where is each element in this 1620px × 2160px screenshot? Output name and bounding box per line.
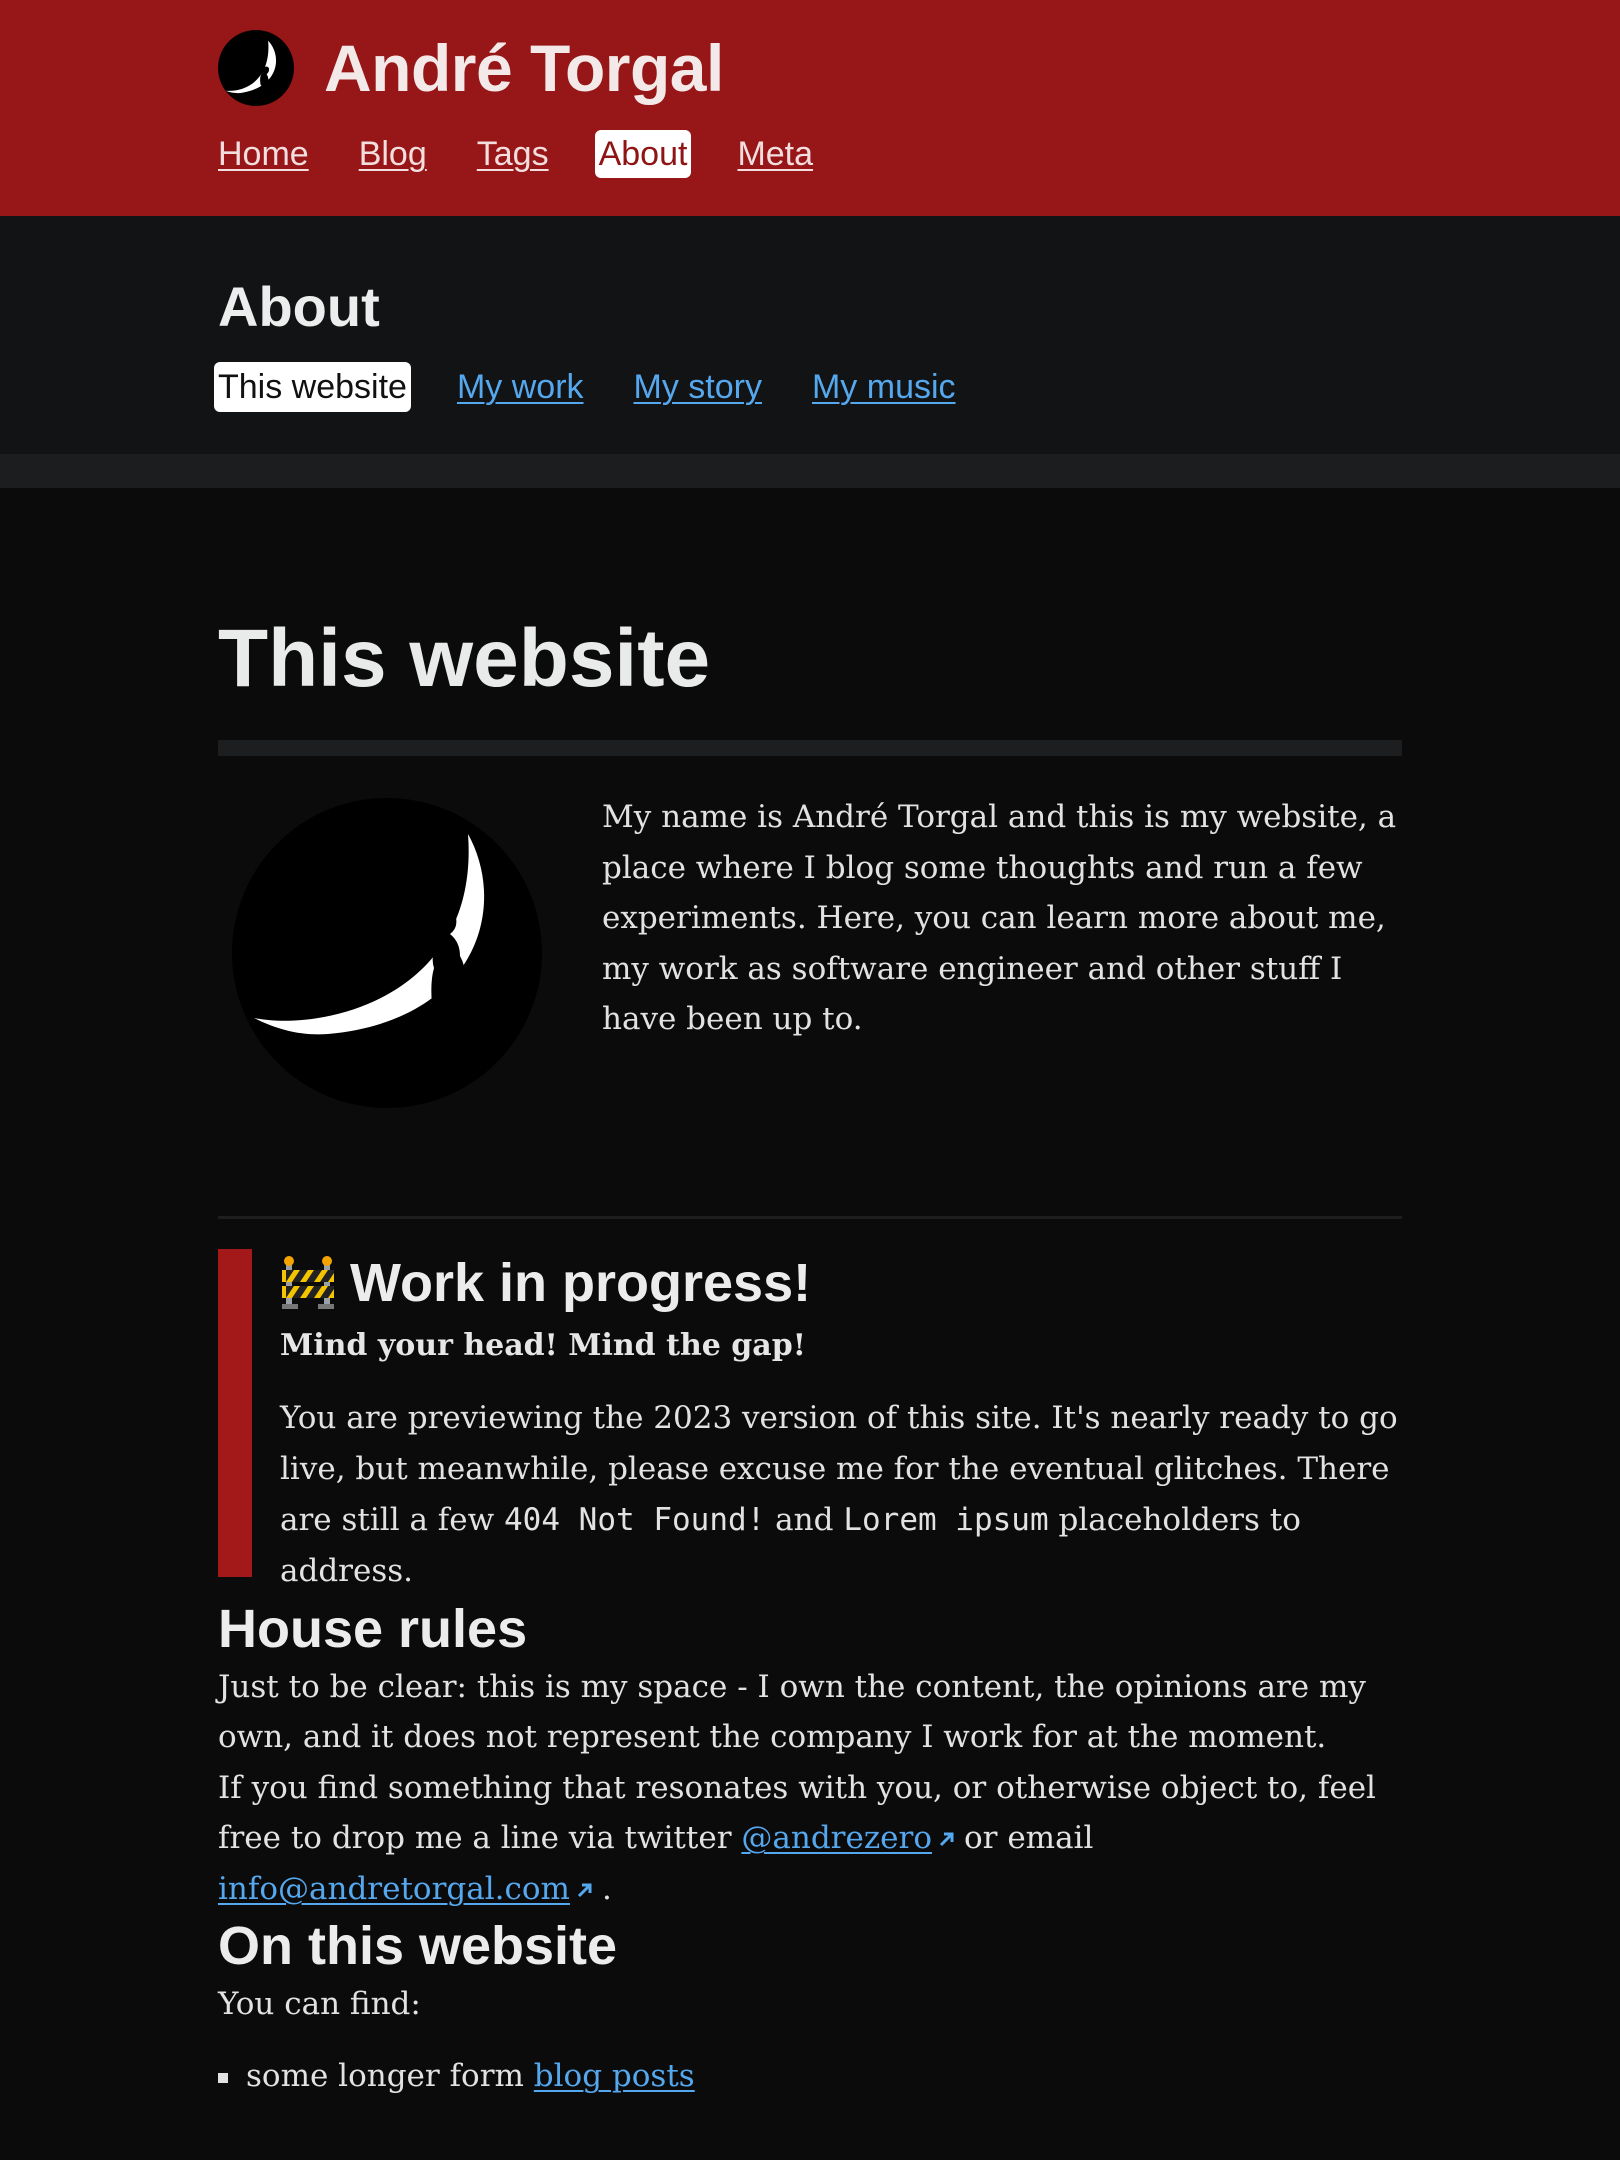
house-rules-p1: Just to be clear: this is my space - I o… (218, 1668, 1366, 1756)
code-not-found: 404 Not Found! (504, 1501, 766, 1538)
main-content: This website My name is André Torgal and… (0, 488, 1402, 2101)
title-divider (218, 740, 1402, 756)
section-title: About (218, 275, 380, 338)
sub-nav: This website My work My story My music (214, 361, 1620, 412)
intro-section: My name is André Torgal and this is my w… (218, 792, 1402, 1108)
page-title: This website (218, 613, 711, 704)
site-header: André Torgal Home Blog Tags About Meta (0, 0, 1620, 216)
external-link-icon (577, 1883, 592, 1897)
code-lorem-ipsum: Lorem ipsum (843, 1501, 1049, 1538)
section-divider (218, 1216, 1402, 1219)
divider-strip (0, 454, 1620, 488)
house-rules-p2: If you find something that resonates wit… (218, 1763, 1402, 1915)
nav-tags[interactable]: Tags (473, 130, 553, 178)
avatar-moon-image (232, 798, 542, 1108)
nav-home[interactable]: Home (214, 130, 313, 178)
wip-callout: Work in progress! Mind your head! Mind t… (218, 1249, 1402, 1597)
callout-body: Work in progress! Mind your head! Mind t… (252, 1249, 1402, 1597)
twitter-link[interactable]: @andrezero (741, 1820, 932, 1856)
tab-this-website[interactable]: This website (214, 361, 411, 412)
tab-my-story[interactable]: My story (630, 362, 766, 412)
avatar-wrap (218, 792, 570, 1108)
callout-text: You are previewing the 2023 version of t… (280, 1393, 1402, 1597)
nav-blog[interactable]: Blog (355, 130, 431, 178)
house-rules-heading: House rules (218, 1598, 528, 1659)
brand[interactable]: André Torgal (218, 30, 1620, 106)
site-name: André Torgal (324, 31, 724, 105)
callout-subtitle: Mind your head! Mind the gap! (280, 1327, 806, 1363)
p2-text-mid: or email (964, 1820, 1094, 1857)
callout-title: Work in progress! (280, 1251, 1402, 1316)
tab-my-work[interactable]: My work (453, 362, 588, 412)
p2-text-after: . (601, 1870, 612, 1907)
callout-title-text: Work in progress! (350, 1253, 812, 1313)
email-link[interactable]: info@andretorgal.com (218, 1871, 570, 1907)
you-can-find-text: You can find: (218, 1985, 421, 2022)
tab-my-music[interactable]: My music (808, 362, 960, 412)
callout-text-mid: and (775, 1501, 834, 1538)
blog-posts-link[interactable]: blog posts (534, 2058, 695, 2094)
callout-accent-bar (218, 1249, 252, 1577)
nav-about[interactable]: About (594, 130, 692, 178)
on-this-website-heading: On this website (218, 1916, 618, 1977)
main-nav: Home Blog Tags About Meta (218, 130, 1620, 178)
features-list: some longer form blog posts (218, 2051, 1402, 2101)
list-item: some longer form blog posts (218, 2051, 1402, 2101)
section-header: About This website My work My story My m… (0, 216, 1620, 454)
list-item-text: some longer form (246, 2058, 524, 2095)
external-link-icon (939, 1832, 954, 1847)
construction-barrier-icon (282, 1256, 334, 1310)
intro-text: My name is André Torgal and this is my w… (602, 799, 1397, 1037)
nav-meta[interactable]: Meta (733, 130, 817, 178)
moon-logo-icon (218, 30, 294, 106)
